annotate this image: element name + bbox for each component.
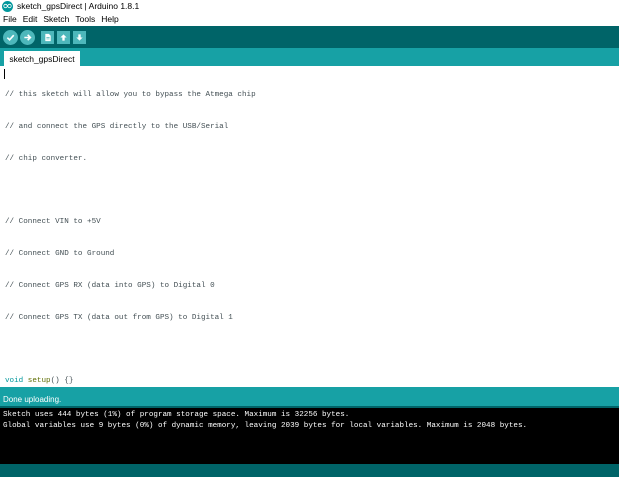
code-area[interactable]: // this sketch will allow you to bypass … (5, 69, 256, 440)
save-button[interactable] (73, 30, 86, 44)
new-icon (44, 33, 51, 41)
code-line: // Connect VIN to +5V (5, 218, 101, 227)
code-line: // chip converter. (5, 154, 88, 163)
new-button[interactable] (41, 30, 54, 44)
status-bar: Done uploading. (0, 387, 619, 406)
console-output[interactable]: Sketch uses 444 bytes (1%) of program st… (0, 408, 619, 464)
menu-file[interactable]: File (0, 13, 20, 25)
footer-bar (0, 464, 619, 477)
status-message: Done uploading. (3, 395, 62, 404)
upload-icon (24, 33, 32, 41)
code-line: // this sketch will allow you to bypass … (5, 91, 256, 100)
menu-sketch[interactable]: Sketch (40, 13, 72, 25)
menu-bar: File Edit Sketch Tools Help (0, 13, 619, 25)
menu-tools[interactable]: Tools (72, 13, 98, 25)
code-line-setup: void setup() {} (5, 377, 74, 386)
tab-sketch-gpsdirect[interactable]: sketch_gpsDirect (4, 51, 80, 66)
console-line: Sketch uses 444 bytes (1%) of program st… (3, 411, 350, 419)
verify-icon (6, 34, 15, 41)
code-line: // Connect GPS TX (data out from GPS) to… (5, 313, 233, 322)
toolbar (0, 26, 619, 48)
open-icon (60, 33, 67, 41)
open-button[interactable] (57, 30, 70, 44)
menu-edit[interactable]: Edit (20, 13, 41, 25)
arduino-logo-icon (2, 0, 13, 12)
title-bar: sketch_gpsDirect | Arduino 1.8.1 (0, 0, 619, 12)
window-title: sketch_gpsDirect | Arduino 1.8.1 (17, 1, 140, 11)
code-line: // and connect the GPS directly to the U… (5, 122, 229, 131)
menu-help[interactable]: Help (98, 13, 121, 25)
console-line: Global variables use 9 bytes (0%) of dyn… (3, 422, 528, 430)
upload-button[interactable] (20, 29, 35, 45)
verify-button[interactable] (3, 29, 18, 45)
save-icon (76, 33, 83, 41)
code-line: // Connect GND to Ground (5, 250, 115, 259)
code-line: // Connect GPS RX (data into GPS) to Dig… (5, 281, 215, 290)
tab-bar: sketch_gpsDirect (0, 48, 619, 66)
code-editor[interactable]: // this sketch will allow you to bypass … (0, 66, 619, 417)
